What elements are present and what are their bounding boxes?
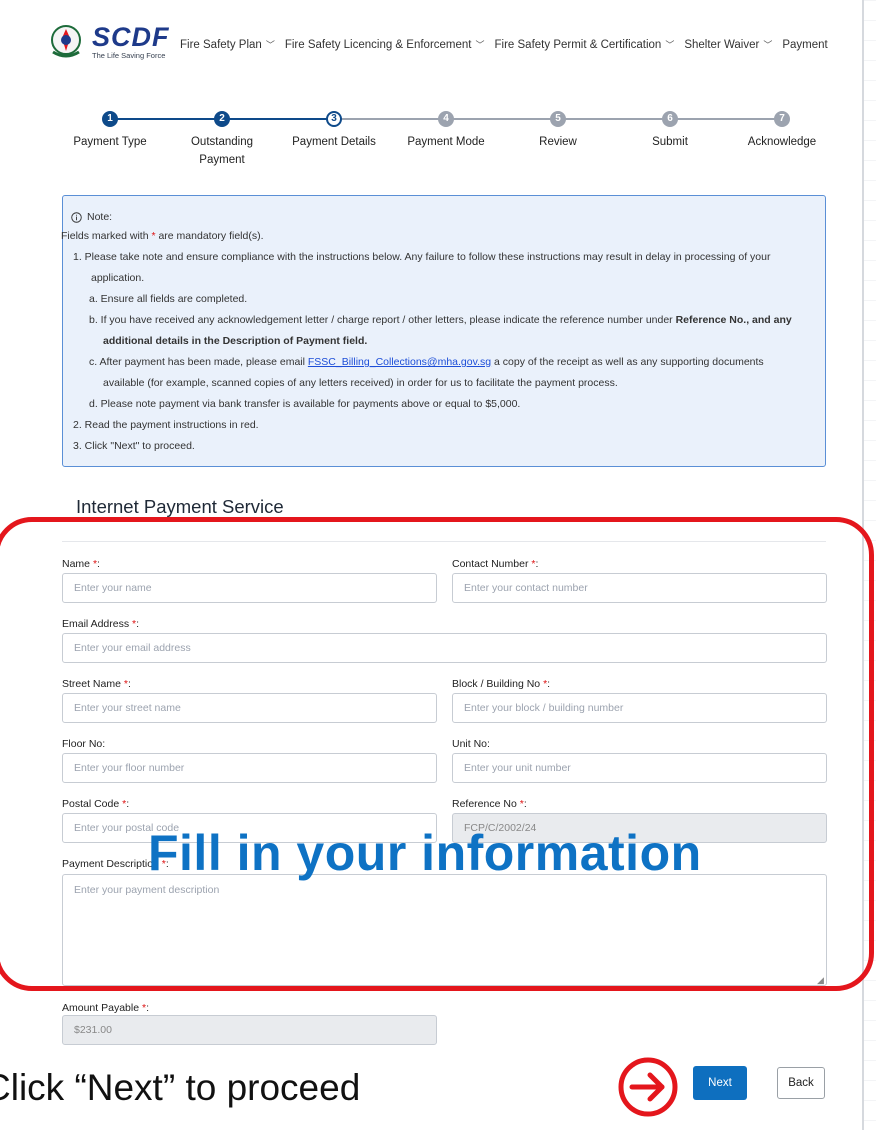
street-name-input[interactable]	[62, 693, 437, 723]
reference-no-label: Reference No *:	[452, 798, 527, 810]
section-divider	[62, 541, 826, 542]
nav-licencing-enforcement[interactable]: Fire Safety Licencing & Enforcement ﹀	[285, 38, 485, 51]
amount-payable-input	[62, 1015, 437, 1045]
info-icon	[71, 211, 82, 223]
note-item-c: c. After payment has been made, please e…	[89, 356, 764, 368]
chevron-down-icon: ﹀	[475, 40, 485, 50]
step-submit: 6 Submit	[652, 111, 688, 148]
step-outstanding-payment: 2 Outstanding Payment	[190, 111, 253, 166]
note-item-1: 1. Please take note and ensure complianc…	[73, 251, 771, 263]
note-mandatory: Fields marked with * are mandatory field…	[61, 230, 264, 242]
section-title: Internet Payment Service	[76, 496, 284, 517]
fill-info-annotation: Fill in your information	[148, 825, 702, 881]
nav-fire-safety-plan[interactable]: Fire Safety Plan ﹀	[180, 38, 275, 51]
scdf-crest-icon	[51, 25, 81, 58]
step-payment-details: 3 Payment Details	[292, 111, 376, 148]
payment-description-input[interactable]	[62, 874, 827, 986]
nav-permit-certification[interactable]: Fire Safety Permit & Certification ﹀	[495, 38, 675, 51]
nav-payment[interactable]: Payment	[782, 38, 827, 51]
floor-no-input[interactable]	[62, 753, 437, 783]
next-caption-annotation: Click “Next” to proceed	[0, 1067, 361, 1108]
main-nav: Fire Safety Plan ﹀ Fire Safety Licencing …	[180, 38, 828, 51]
brand-name: SCDF	[92, 22, 170, 53]
nav-shelter-waiver[interactable]: Shelter Waiver ﹀	[684, 38, 772, 51]
postal-code-label: Postal Code *:	[62, 798, 130, 810]
chevron-down-icon: ﹀	[763, 40, 773, 50]
note-item-c-cont: available (for example, scanned copies o…	[103, 377, 618, 389]
amount-payable-label: Amount Payable *:	[62, 1002, 149, 1014]
step-payment-type: 1 Payment Type	[73, 111, 147, 148]
contact-number-input[interactable]	[452, 573, 827, 603]
name-input[interactable]	[62, 573, 437, 603]
contact-number-label: Contact Number *:	[452, 558, 539, 570]
email-input[interactable]	[62, 633, 827, 663]
progress-stepper: 1 Payment Type 2 Outstanding Payment 3 P…	[70, 108, 820, 168]
block-building-input[interactable]	[452, 693, 827, 723]
page-edge-divider	[862, 0, 864, 1130]
scdf-logo[interactable]: SCDF The Life Saving Force	[48, 24, 170, 60]
street-name-label: Street Name *:	[62, 678, 131, 690]
email-label: Email Address *:	[62, 618, 140, 630]
step-acknowledge: 7 Acknowledge	[747, 111, 817, 148]
unit-no-label: Unit No:	[452, 738, 490, 750]
page: SCDF The Life Saving Force Fire Safety P…	[0, 0, 862, 1130]
note-item-b: b. If you have received any acknowledgem…	[89, 314, 792, 326]
unit-no-input[interactable]	[452, 753, 827, 783]
block-building-label: Block / Building No *:	[452, 678, 551, 690]
billing-email-link[interactable]: FSSC_Billing_Collections@mha.gov.sg	[308, 356, 491, 368]
note-item-3: 3. Click "Next" to proceed.	[73, 440, 195, 452]
chevron-down-icon: ﹀	[265, 40, 275, 50]
step-review: 5 Review	[539, 111, 577, 148]
note-item-2: 2. Read the payment instructions in red.	[73, 419, 259, 431]
arrow-right-icon	[618, 1057, 678, 1117]
floor-no-label: Floor No:	[62, 738, 106, 750]
next-button[interactable]: Next	[693, 1066, 747, 1100]
back-button[interactable]: Back	[777, 1067, 825, 1099]
note-item-d: d. Please note payment via bank transfer…	[89, 398, 521, 410]
note-item-a: a. Ensure all fields are completed.	[89, 293, 248, 305]
chevron-down-icon: ﹀	[665, 40, 675, 50]
brand-tagline: The Life Saving Force	[92, 51, 166, 61]
note-box: Note: Fields marked with * are mandatory…	[61, 195, 826, 467]
resize-grip-icon[interactable]: ◢	[817, 975, 824, 986]
note-header: Note:	[71, 211, 112, 223]
step-payment-mode: 4 Payment Mode	[407, 111, 485, 148]
name-label: Name *:	[62, 558, 100, 570]
note-item-1-cont: application.	[91, 272, 145, 284]
note-item-b-cont: additional details in the Description of…	[103, 335, 368, 347]
